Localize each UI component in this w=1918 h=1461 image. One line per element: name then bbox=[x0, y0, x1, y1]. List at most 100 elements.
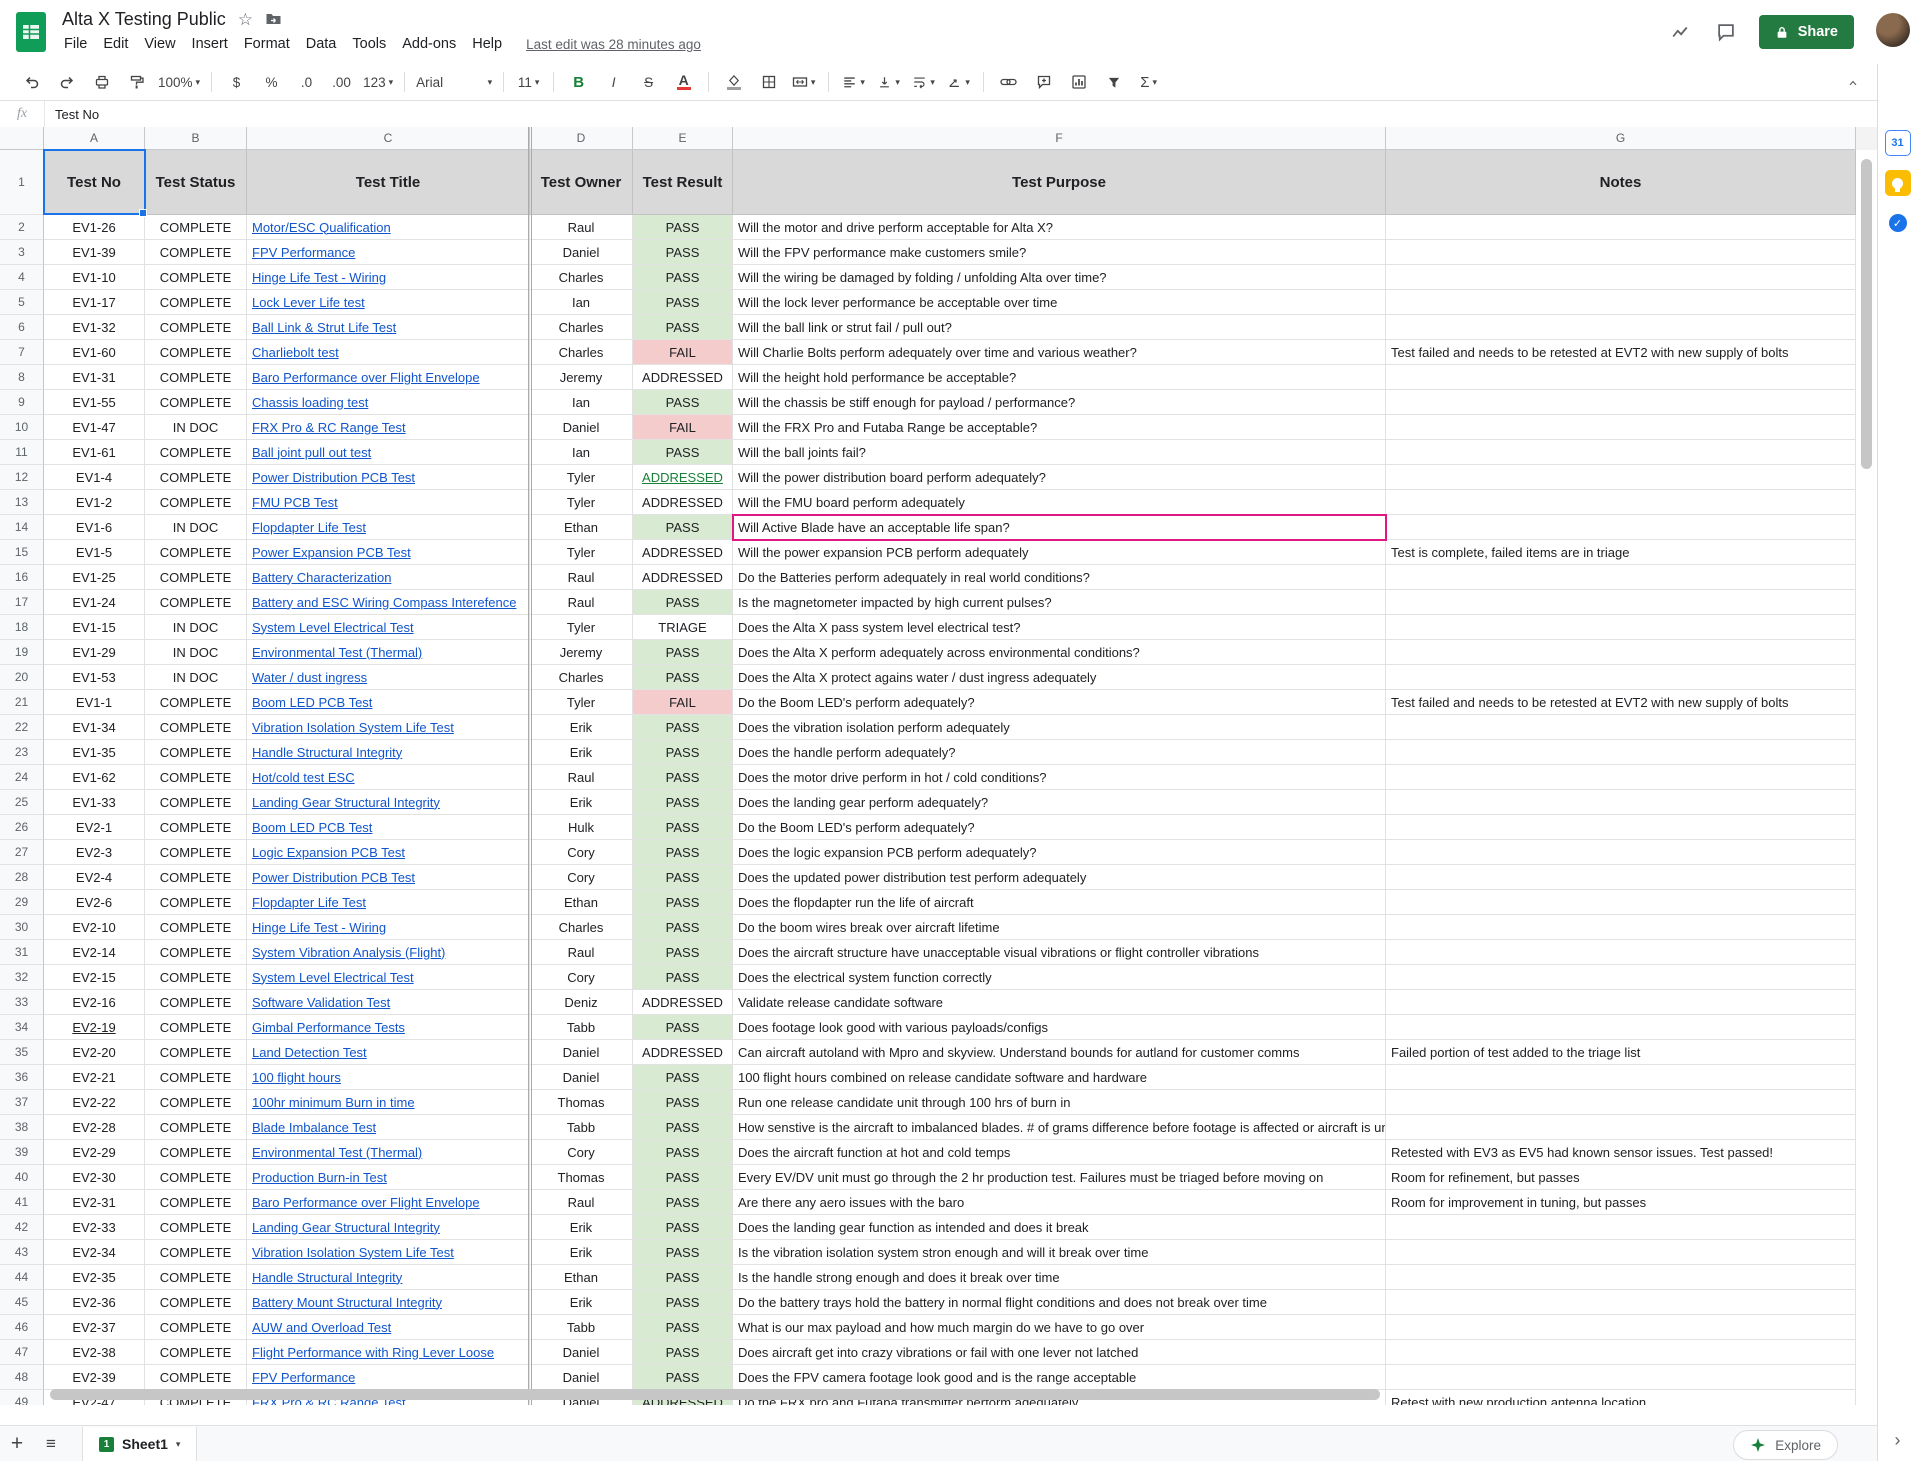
cell-A37[interactable]: EV2-22 bbox=[44, 1090, 145, 1115]
cell-D27[interactable]: Cory bbox=[530, 840, 633, 865]
cell-D35[interactable]: Daniel bbox=[530, 1040, 633, 1065]
cell-C30[interactable]: Hinge Life Test - Wiring bbox=[247, 915, 530, 940]
cell-C43[interactable]: Vibration Isolation System Life Test bbox=[247, 1240, 530, 1265]
cell-D32[interactable]: Cory bbox=[530, 965, 633, 990]
row-header-10[interactable]: 10 bbox=[0, 415, 44, 440]
cell-E17[interactable]: PASS bbox=[633, 590, 733, 615]
cell-A44[interactable]: EV2-35 bbox=[44, 1265, 145, 1290]
cell-F17[interactable]: Is the magnetometer impacted by high cur… bbox=[733, 590, 1386, 615]
cell-C45[interactable]: Battery Mount Structural Integrity bbox=[247, 1290, 530, 1315]
cell-F27[interactable]: Does the logic expansion PCB perform ade… bbox=[733, 840, 1386, 865]
explore-button[interactable]: Explore bbox=[1733, 1430, 1838, 1460]
test-title-link[interactable]: Power Expansion PCB Test bbox=[252, 545, 411, 560]
cell-E33[interactable]: ADDRESSED bbox=[633, 990, 733, 1015]
cell-A19[interactable]: EV1-29 bbox=[44, 640, 145, 665]
header-cell-G1[interactable]: Notes bbox=[1386, 150, 1856, 215]
row-header-7[interactable]: 7 bbox=[0, 340, 44, 365]
row-header-39[interactable]: 39 bbox=[0, 1140, 44, 1165]
menu-item-help[interactable]: Help bbox=[464, 32, 510, 56]
cell-F30[interactable]: Do the boom wires break over aircraft li… bbox=[733, 915, 1386, 940]
cell-B32[interactable]: COMPLETE bbox=[145, 965, 247, 990]
cell-B9[interactable]: COMPLETE bbox=[145, 390, 247, 415]
decrease-decimal-button[interactable]: .0 bbox=[289, 69, 324, 96]
cell-C19[interactable]: Environmental Test (Thermal) bbox=[247, 640, 530, 665]
test-title-link[interactable]: Production Burn-in Test bbox=[252, 1170, 387, 1185]
cell-G28[interactable] bbox=[1386, 865, 1856, 890]
test-title-link[interactable]: Vibration Isolation System Life Test bbox=[252, 720, 454, 735]
cell-A42[interactable]: EV2-33 bbox=[44, 1215, 145, 1240]
row-header-23[interactable]: 23 bbox=[0, 740, 44, 765]
cell-A15[interactable]: EV1-5 bbox=[44, 540, 145, 565]
italic-button[interactable]: I bbox=[596, 69, 631, 96]
cell-F3[interactable]: Will the FPV performance make customers … bbox=[733, 240, 1386, 265]
header-cell-E1[interactable]: Test Result bbox=[633, 150, 733, 215]
test-title-link[interactable]: FRX Pro & RC Range Test bbox=[252, 420, 406, 435]
test-title-link[interactable]: Handle Structural Integrity bbox=[252, 745, 402, 760]
cell-B20[interactable]: IN DOC bbox=[145, 665, 247, 690]
cell-C24[interactable]: Hot/cold test ESC bbox=[247, 765, 530, 790]
cell-E45[interactable]: PASS bbox=[633, 1290, 733, 1315]
row-header-29[interactable]: 29 bbox=[0, 890, 44, 915]
cell-B27[interactable]: COMPLETE bbox=[145, 840, 247, 865]
menu-item-edit[interactable]: Edit bbox=[95, 32, 136, 56]
cell-F34[interactable]: Does footage look good with various payl… bbox=[733, 1015, 1386, 1040]
cell-E37[interactable]: PASS bbox=[633, 1090, 733, 1115]
last-edit-link[interactable]: Last edit was 28 minutes ago bbox=[526, 37, 701, 52]
cell-F9[interactable]: Will the chassis be stiff enough for pay… bbox=[733, 390, 1386, 415]
cell-C31[interactable]: System Vibration Analysis (Flight) bbox=[247, 940, 530, 965]
cell-E13[interactable]: ADDRESSED bbox=[633, 490, 733, 515]
cell-F6[interactable]: Will the ball link or strut fail / pull … bbox=[733, 315, 1386, 340]
menu-item-data[interactable]: Data bbox=[298, 32, 345, 56]
cell-C14[interactable]: Flopdapter Life Test bbox=[247, 515, 530, 540]
cell-D36[interactable]: Daniel bbox=[530, 1065, 633, 1090]
cell-D10[interactable]: Daniel bbox=[530, 415, 633, 440]
cell-D47[interactable]: Daniel bbox=[530, 1340, 633, 1365]
cell-A8[interactable]: EV1-31 bbox=[44, 365, 145, 390]
cell-D19[interactable]: Jeremy bbox=[530, 640, 633, 665]
row-header-25[interactable]: 25 bbox=[0, 790, 44, 815]
test-title-link[interactable]: 100hr minimum Burn in time bbox=[252, 1095, 415, 1110]
insert-link-button[interactable] bbox=[991, 69, 1026, 96]
cell-C17[interactable]: Battery and ESC Wiring Compass Interefen… bbox=[247, 590, 530, 615]
cell-G3[interactable] bbox=[1386, 240, 1856, 265]
cell-D30[interactable]: Charles bbox=[530, 915, 633, 940]
fill-color-button[interactable] bbox=[716, 69, 751, 96]
cell-A21[interactable]: EV1-1 bbox=[44, 690, 145, 715]
collapse-toolbar-button[interactable] bbox=[1840, 72, 1866, 94]
cell-C6[interactable]: Ball Link & Strut Life Test bbox=[247, 315, 530, 340]
cell-G23[interactable] bbox=[1386, 740, 1856, 765]
header-cell-D1[interactable]: Test Owner bbox=[530, 150, 633, 215]
test-title-link[interactable]: Power Distribution PCB Test bbox=[252, 470, 415, 485]
cell-B18[interactable]: IN DOC bbox=[145, 615, 247, 640]
row-header-32[interactable]: 32 bbox=[0, 965, 44, 990]
functions-button[interactable]: Σ▾ bbox=[1131, 69, 1166, 96]
row-header-36[interactable]: 36 bbox=[0, 1065, 44, 1090]
print-button[interactable] bbox=[84, 69, 119, 96]
column-header-D[interactable]: D bbox=[530, 127, 633, 150]
cell-F16[interactable]: Do the Batteries perform adequately in r… bbox=[733, 565, 1386, 590]
cell-C23[interactable]: Handle Structural Integrity bbox=[247, 740, 530, 765]
test-title-link[interactable]: Flopdapter Life Test bbox=[252, 895, 366, 910]
cell-D18[interactable]: Tyler bbox=[530, 615, 633, 640]
test-title-link[interactable]: Battery and ESC Wiring Compass Interefen… bbox=[252, 595, 516, 610]
text-color-button[interactable]: A bbox=[666, 69, 701, 96]
header-cell-F1[interactable]: Test Purpose bbox=[733, 150, 1386, 215]
cell-E14[interactable]: PASS bbox=[633, 515, 733, 540]
cell-D42[interactable]: Erik bbox=[530, 1215, 633, 1240]
cell-B11[interactable]: COMPLETE bbox=[145, 440, 247, 465]
cell-G22[interactable] bbox=[1386, 715, 1856, 740]
cell-G37[interactable] bbox=[1386, 1090, 1856, 1115]
cell-G15[interactable]: Test is complete, failed items are in tr… bbox=[1386, 540, 1856, 565]
row-header-26[interactable]: 26 bbox=[0, 815, 44, 840]
paint-format-button[interactable] bbox=[119, 69, 154, 96]
row-header-27[interactable]: 27 bbox=[0, 840, 44, 865]
row-header-1[interactable]: 1 bbox=[0, 150, 44, 215]
cell-F13[interactable]: Will the FMU board perform adequately bbox=[733, 490, 1386, 515]
cell-G14[interactable] bbox=[1386, 515, 1856, 540]
star-icon[interactable]: ☆ bbox=[238, 11, 253, 28]
cell-B15[interactable]: COMPLETE bbox=[145, 540, 247, 565]
row-header-33[interactable]: 33 bbox=[0, 990, 44, 1015]
header-cell-A1[interactable]: Test No bbox=[44, 150, 145, 215]
cell-E43[interactable]: PASS bbox=[633, 1240, 733, 1265]
row-header-43[interactable]: 43 bbox=[0, 1240, 44, 1265]
